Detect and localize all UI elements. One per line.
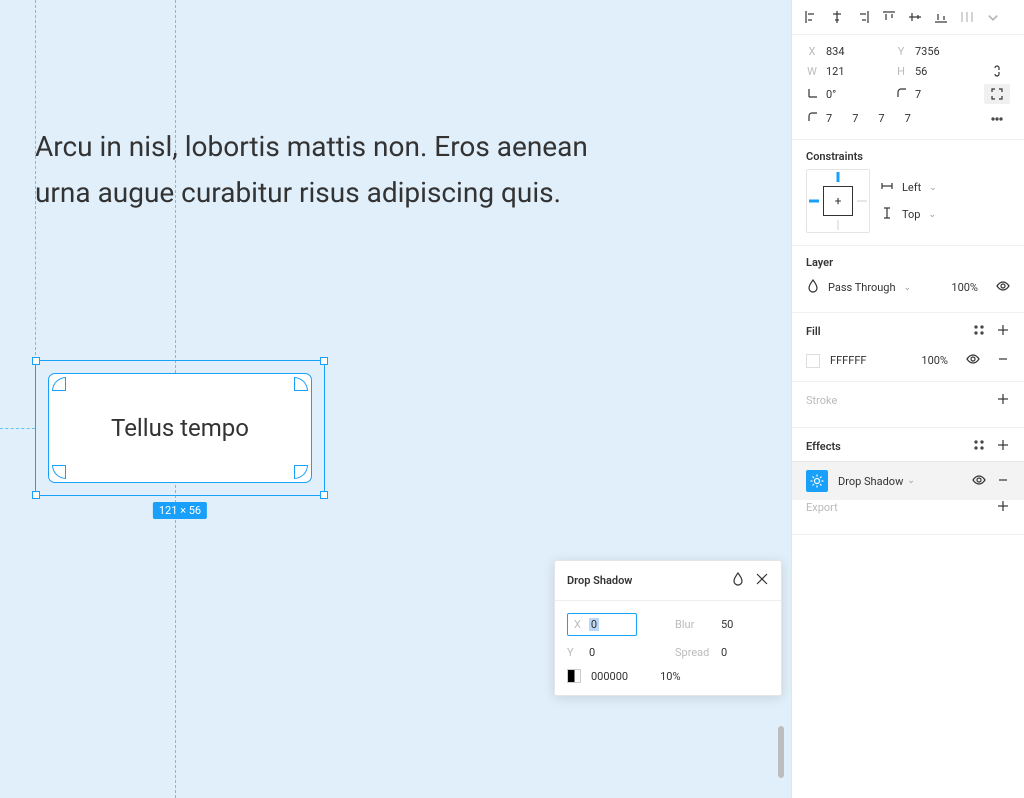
visibility-icon[interactable] [966, 352, 980, 369]
shadow-x-value: 0 [589, 618, 599, 631]
corner-tl-input[interactable]: 7 [826, 112, 832, 125]
effect-type-select[interactable]: Drop Shadow⌄ [838, 475, 962, 488]
corner-bl-input[interactable]: 7 [905, 112, 911, 125]
corner-radius-icon [895, 86, 907, 103]
shadow-x-input[interactable]: X 0 [567, 613, 637, 636]
shadow-x-label: X [574, 618, 581, 631]
selected-frame[interactable]: Tellus tempo [48, 373, 312, 483]
stroke-title: Stroke [806, 394, 837, 407]
fill-color-swatch[interactable] [806, 354, 820, 368]
effects-section: Effects Drop Shadow⌄ [792, 428, 1024, 489]
popover-title: Drop Shadow [567, 574, 632, 587]
close-icon[interactable] [755, 571, 769, 590]
distribute-icon [960, 10, 974, 24]
remove-fill-icon[interactable] [996, 352, 1010, 369]
constraints-widget[interactable]: + [806, 169, 870, 233]
export-title: Export [806, 501, 838, 514]
corner-radius-handle[interactable] [52, 465, 66, 479]
add-effect-icon[interactable] [996, 438, 1010, 455]
shadow-blur-input[interactable]: 50 [721, 618, 733, 631]
align-top-icon[interactable] [882, 10, 896, 24]
y-input[interactable]: Y7356 [895, 45, 982, 58]
smart-guide-horizontal [0, 428, 35, 429]
fill-section: Fill FFFFFF 100% [792, 313, 1024, 382]
resize-handle-bl[interactable] [32, 491, 40, 499]
align-left-icon[interactable] [804, 10, 818, 24]
transform-section: X834 Y7356 W121 H56 0° 7 7 7 7 [792, 35, 1024, 140]
frame-text: Tellus tempo [111, 414, 249, 442]
effects-title: Effects [806, 440, 841, 453]
canvas-paragraph: Arcu in nisl, lobortis mattis non. Eros … [35, 124, 635, 216]
constraints-section: Constraints + Left⌄ Top⌄ [792, 140, 1024, 246]
constraints-title: Constraints [806, 150, 863, 163]
shadow-spread-label: Spread [675, 646, 711, 659]
blend-mode-select[interactable]: Pass Through⌄ [806, 279, 911, 296]
layer-opacity-input[interactable]: 100% [951, 281, 978, 294]
fill-opacity-input[interactable]: 100% [921, 354, 948, 367]
corner-tr-input[interactable]: 7 [852, 112, 858, 125]
resize-handle-tl[interactable] [32, 357, 40, 365]
blend-mode-icon[interactable] [731, 571, 745, 590]
width-input[interactable]: W121 [806, 65, 893, 78]
shadow-spread-input[interactable]: 0 [721, 646, 727, 659]
constraint-v-icon [880, 206, 894, 223]
selection-size-badge: 121 × 56 [153, 502, 207, 519]
constraint-vertical-select[interactable]: Top⌄ [880, 206, 937, 223]
corner-radius-handle[interactable] [294, 377, 308, 391]
stroke-section: Stroke [792, 382, 1024, 428]
angle-icon [806, 86, 818, 103]
add-stroke-icon[interactable] [996, 392, 1010, 409]
alignment-toolbar [792, 0, 1024, 35]
independent-corners-toggle[interactable] [984, 84, 1010, 104]
x-input[interactable]: X834 [806, 45, 893, 58]
shadow-color-swatch[interactable] [567, 669, 581, 683]
canvas-scrollbar-thumb[interactable] [778, 726, 784, 778]
align-right-icon[interactable] [856, 10, 870, 24]
fill-title: Fill [806, 325, 821, 338]
fill-hex-input[interactable]: FFFFFF [830, 354, 866, 367]
constraint-h-icon [880, 179, 894, 196]
align-vcenter-icon[interactable] [908, 10, 922, 24]
rotation-input[interactable]: 0° [806, 86, 893, 103]
corner-radius-handle[interactable] [52, 377, 66, 391]
align-bottom-icon[interactable] [934, 10, 948, 24]
style-picker-icon[interactable] [972, 438, 986, 455]
distribute-chevron-icon [986, 10, 1000, 24]
export-section: Export [792, 489, 1024, 535]
layer-section: Layer Pass Through⌄ 100% [792, 246, 1024, 313]
resize-handle-tr[interactable] [320, 357, 328, 365]
blend-mode-droplet-icon [806, 279, 820, 296]
shadow-y-input[interactable]: 0 [589, 646, 595, 659]
add-export-icon[interactable] [996, 499, 1010, 516]
shadow-color-hex[interactable]: 000000 [591, 670, 628, 683]
drop-shadow-popover[interactable]: Drop Shadow X 0 Blur 50 Y [554, 560, 782, 696]
align-hcenter-icon[interactable] [830, 10, 844, 24]
shadow-blur-label: Blur [675, 618, 711, 631]
properties-panel: X834 Y7356 W121 H56 0° 7 7 7 7 [791, 0, 1024, 798]
visibility-icon[interactable] [996, 279, 1010, 296]
corner-radius-input[interactable]: 7 [895, 86, 982, 103]
remove-effect-icon[interactable] [996, 473, 1010, 490]
style-picker-icon[interactable] [972, 323, 986, 340]
visibility-icon[interactable] [972, 473, 986, 490]
add-fill-icon[interactable] [996, 323, 1010, 340]
layer-title: Layer [806, 256, 833, 269]
selection-bounds[interactable]: Tellus tempo 121 × 56 [35, 360, 325, 496]
height-input[interactable]: H56 [895, 65, 982, 78]
shadow-y-label: Y [567, 646, 579, 659]
constrain-proportions-icon[interactable] [984, 64, 1010, 78]
corner-radius-icon [806, 110, 818, 127]
more-options-icon[interactable] [984, 112, 1010, 126]
corner-br-input[interactable]: 7 [878, 112, 884, 125]
corner-radius-handle[interactable] [294, 465, 308, 479]
resize-handle-br[interactable] [320, 491, 328, 499]
shadow-opacity-input[interactable]: 10% [660, 670, 680, 683]
constraint-horizontal-select[interactable]: Left⌄ [880, 179, 937, 196]
